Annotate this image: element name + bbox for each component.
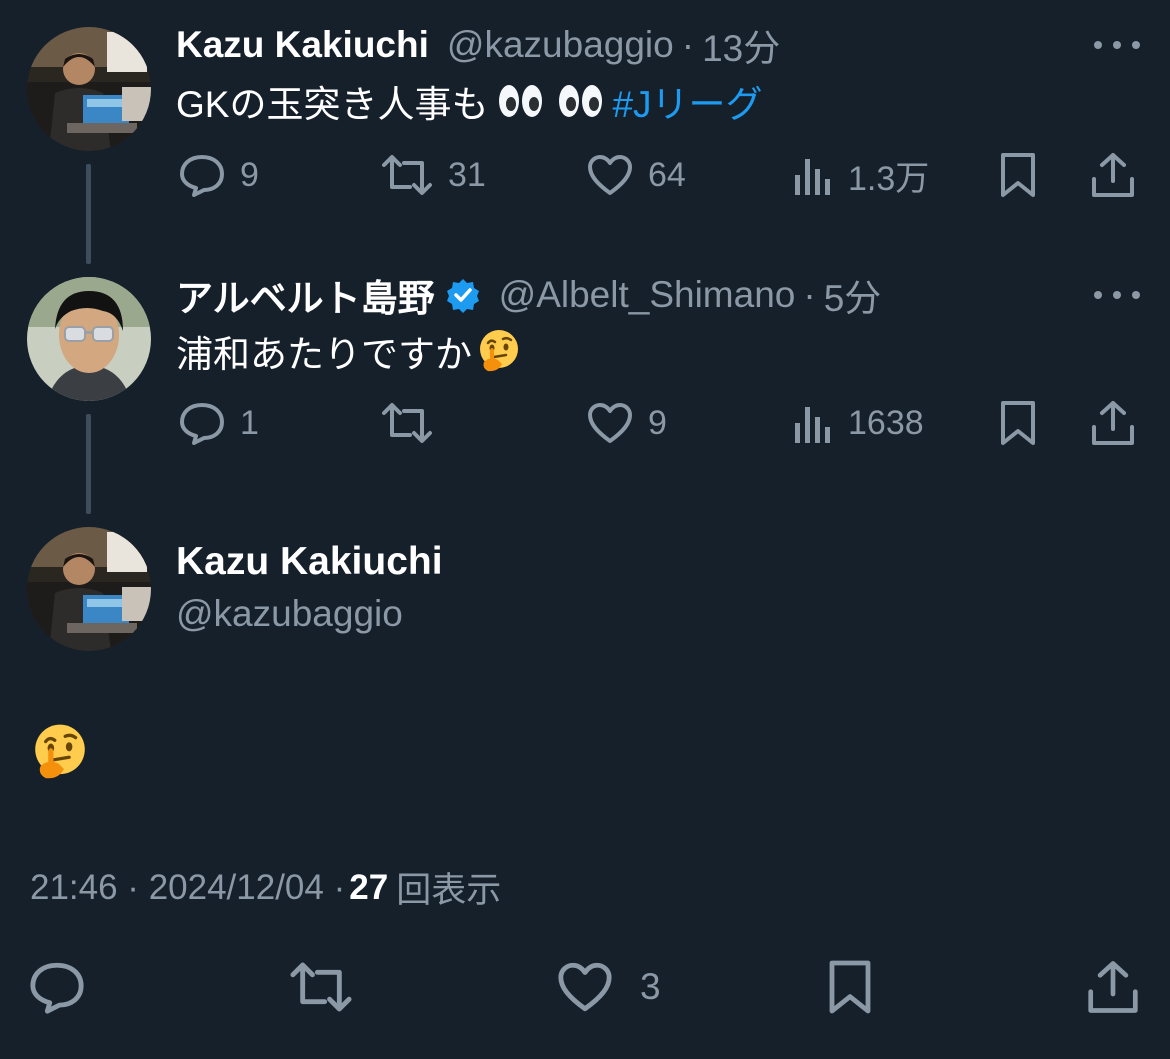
author-name[interactable]: アルベルト島野	[176, 268, 435, 322]
tweet-meta: 21:46 · 2024/12/04 · 27 回表示	[30, 862, 501, 913]
reply-button[interactable]	[28, 955, 86, 1019]
reply-count: 9	[240, 155, 259, 194]
bookmark-icon	[1001, 401, 1035, 445]
tweet-header: Kazu Kakiuchi @kazubaggio · 13分	[176, 22, 780, 69]
retweet-button[interactable]	[288, 955, 354, 1019]
main-views-count: 27	[349, 867, 389, 907]
retweet-icon	[290, 962, 352, 1012]
reply-button[interactable]: 9	[178, 150, 259, 200]
retweet-button[interactable]: 31	[380, 150, 486, 200]
share-icon	[1088, 961, 1138, 1013]
views-icon	[795, 407, 830, 443]
heart-icon	[588, 155, 632, 195]
views-count: 1638	[848, 403, 924, 442]
retweet-icon	[382, 403, 432, 443]
more-icon[interactable]	[1094, 280, 1140, 310]
heart-icon	[558, 962, 612, 1012]
like-count: 9	[648, 403, 667, 442]
share-button[interactable]	[1090, 150, 1136, 200]
share-button[interactable]	[1086, 955, 1140, 1019]
main-author-handle[interactable]: @kazubaggio	[176, 593, 403, 635]
bookmark-icon	[1001, 153, 1035, 197]
tweet-timestamp[interactable]: 21:46 · 2024/12/04 ·	[30, 868, 345, 908]
author-handle[interactable]: @Albelt_Shimano	[499, 274, 796, 316]
retweet-icon	[382, 155, 432, 195]
reply-icon	[180, 155, 224, 197]
views-count: 1.3万	[848, 159, 930, 198]
hashtag-link[interactable]: #Jリーグ	[612, 74, 762, 128]
bookmark-icon	[829, 960, 871, 1014]
bookmark-button[interactable]	[998, 150, 1038, 200]
views-button[interactable]: 1.3万	[792, 150, 929, 200]
tweet-body-text: GKの玉突き人事も	[176, 84, 489, 125]
reply-icon	[30, 962, 84, 1014]
thinking-face-emoji-icon	[480, 330, 518, 372]
like-button[interactable]: 64	[586, 150, 686, 200]
bookmark-button[interactable]	[998, 398, 1038, 448]
avatar-kazubaggio[interactable]	[27, 27, 151, 151]
main-tweet-actions: 3	[0, 955, 1170, 1019]
views-button[interactable]: 1638	[792, 398, 924, 448]
verified-badge-icon	[446, 279, 479, 313]
tweet-time[interactable]: 5分	[824, 268, 882, 322]
tweet-header: アルベルト島野 @Albelt_Shimano · 5分	[176, 272, 881, 319]
like-count: 64	[648, 155, 686, 194]
tweet-text: GKの玉突き人事も #Jリーグ	[176, 78, 763, 125]
author-handle[interactable]: @kazubaggio	[447, 24, 674, 66]
reply-count: 1	[240, 403, 259, 442]
main-tweet-body	[30, 722, 90, 787]
eyes-emoji-icon	[499, 85, 603, 117]
like-button[interactable]: 9	[586, 398, 667, 448]
tweet-body-text: 浦和あたりですか	[176, 334, 472, 375]
retweet-button[interactable]	[380, 398, 448, 448]
reply-icon	[180, 403, 224, 445]
tweet-actions: 1 9 1638	[0, 398, 1170, 448]
more-icon[interactable]	[1094, 30, 1140, 60]
tweet-time[interactable]: 13分	[702, 18, 780, 72]
tweet-text: 浦和あたりですか	[176, 326, 522, 376]
avatar-albelt-shimano[interactable]	[27, 277, 151, 401]
bookmark-button[interactable]	[826, 955, 874, 1019]
share-icon	[1092, 401, 1134, 445]
share-button[interactable]	[1090, 398, 1136, 448]
separator: ·	[803, 274, 816, 315]
author-name[interactable]: Kazu Kakiuchi	[176, 24, 429, 66]
views-icon	[795, 159, 830, 195]
main-author-name[interactable]: Kazu Kakiuchi	[176, 540, 443, 584]
separator: ·	[681, 24, 695, 65]
main-views-label: 回表示	[396, 871, 502, 910]
like-button[interactable]: 3	[556, 955, 661, 1019]
share-icon	[1092, 153, 1134, 197]
heart-icon	[588, 403, 632, 443]
main-like-count: 3	[640, 966, 661, 1007]
reply-button[interactable]: 1	[178, 398, 259, 448]
retweet-count: 31	[448, 155, 486, 194]
tweet-actions: 9 31 64 1.3万	[0, 150, 1170, 200]
thread-view: Kazu Kakiuchi @kazubaggio · 13分 GKの玉突き人事…	[0, 0, 1170, 1059]
avatar-kazubaggio[interactable]	[27, 527, 151, 651]
thinking-face-emoji-icon	[35, 724, 85, 779]
